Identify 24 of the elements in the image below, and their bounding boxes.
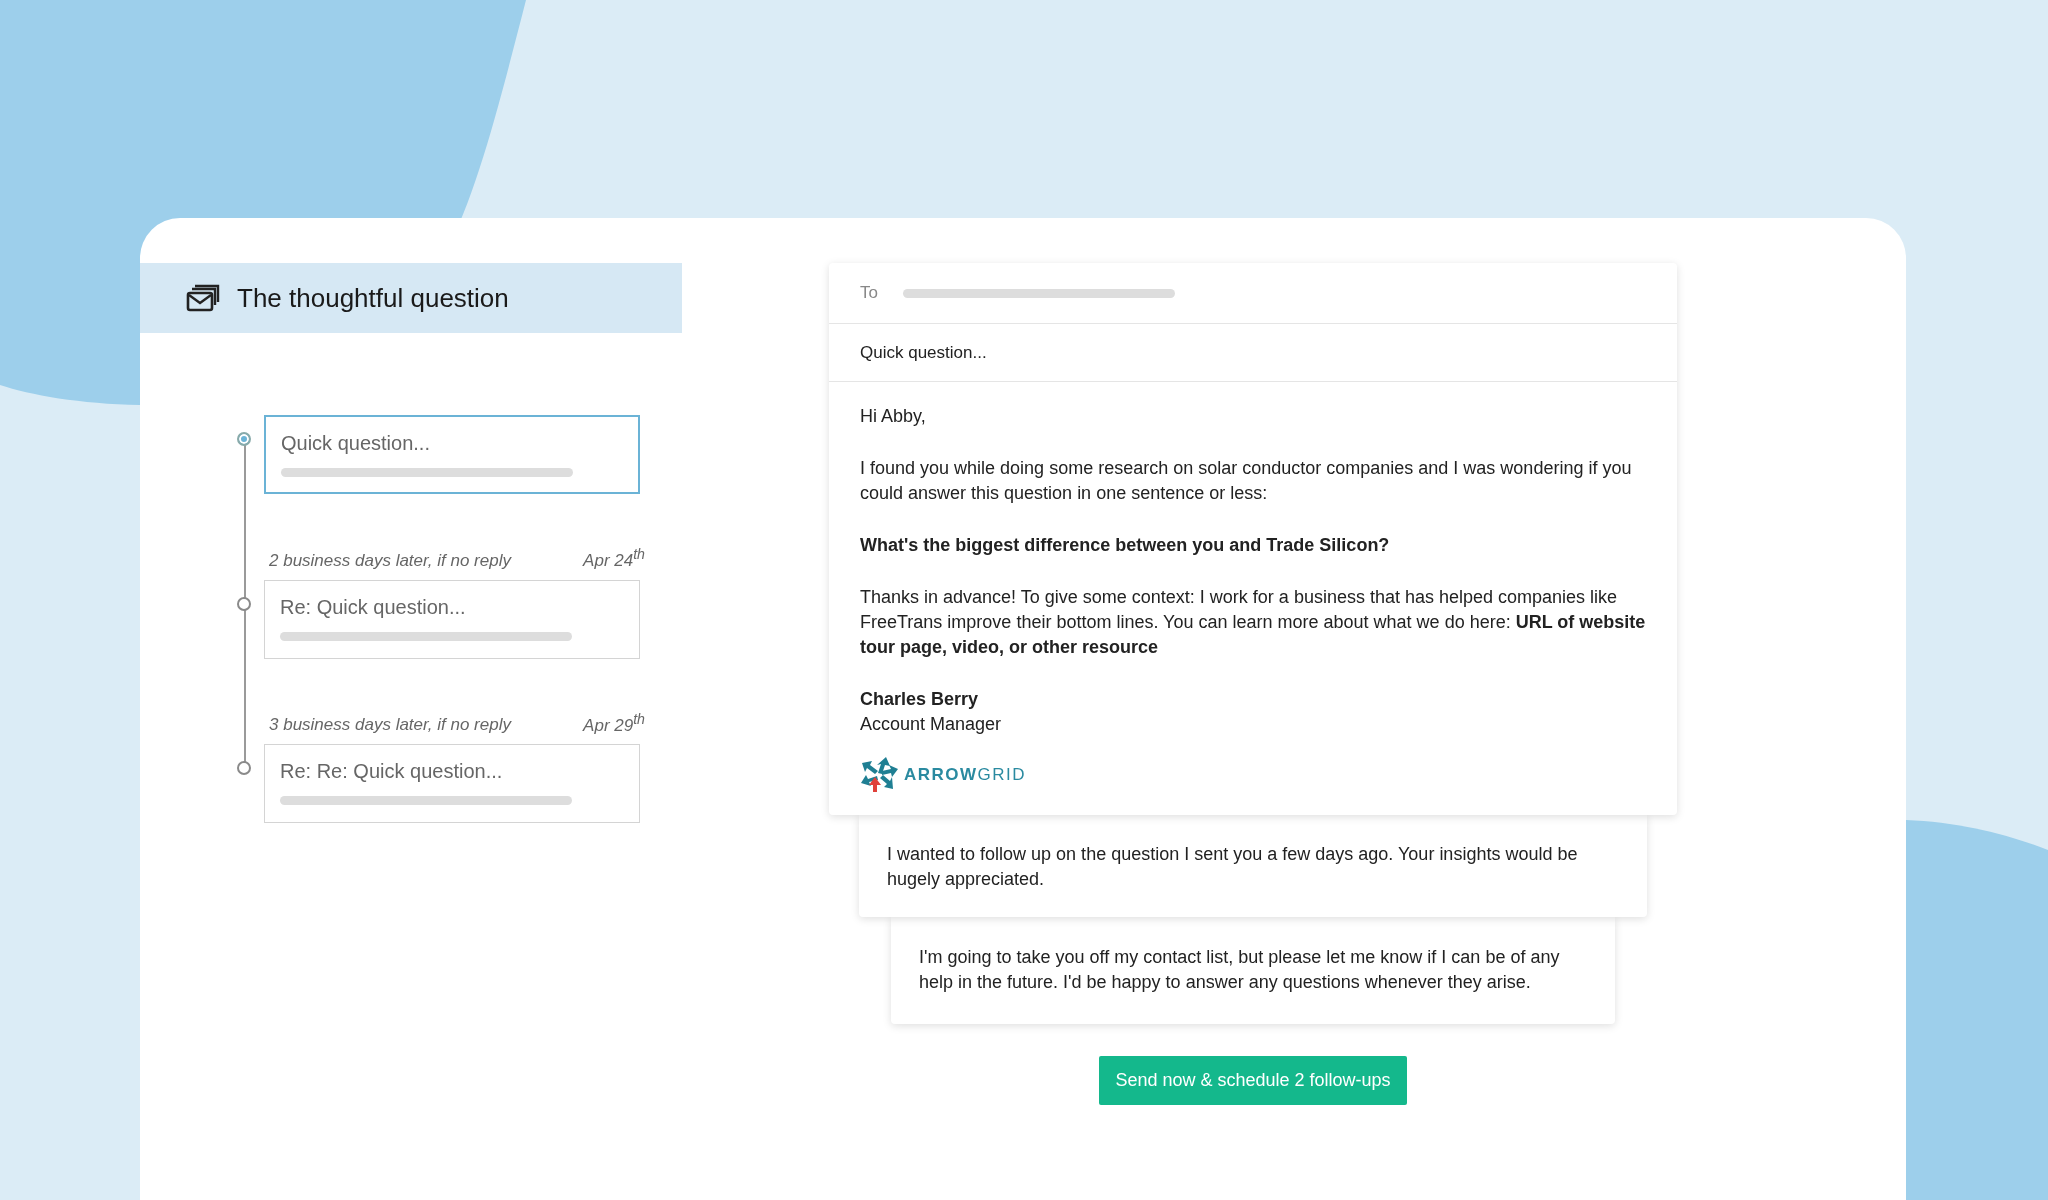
logo-wordmark: ARROWGRID [904,763,1027,786]
date-label: Apr 29$^{th}$ [583,710,645,736]
sequence-title: The thoughtful question [237,282,509,314]
email-step-card[interactable]: Re: Re: Quick question... [264,744,640,824]
email-step-card[interactable]: Re: Quick question... [264,579,640,659]
signature-title: Account Manager [860,713,1003,736]
step-subject: Re: Quick question... [280,595,467,619]
logo-icon [860,755,900,793]
email-paragraph: Thanks in advance! To give some context: I work for a business that has helped companies like FreeTrans improve their bottom lines. You can learn more about what we do here: URL of website tour page, video, or other resource [860,586,1646,659]
date-label: Apr 24$^{th}$ [583,546,645,571]
follow-up-text: I'm going to take you off my contact list, but please let me know if I can be of any help in the future. I'd be happy to answer any questions whenever they arise. [919,946,1561,994]
email-paragraph: I found you while doing some research on solar conductor companies and I was wondering if you could answer this question in one sentence or less: [860,457,1633,505]
delay-label: 2 business days later, if no reply [269,550,511,571]
email-step-card[interactable]: Quick question... [264,415,640,494]
to-label: To [860,283,878,303]
delay-label: 3 business days later, if no reply [269,715,511,736]
email-paragraph: Hi Abby, [860,405,927,428]
signature-name: Charles Berry [860,688,980,711]
envelopes-icon [186,284,220,312]
follow-up-text: I wanted to follow up on the question I sent you a few days ago. Your insights would be hugely appreciated. [887,843,1579,891]
step-subject: Quick question... [281,432,431,455]
email-paragraph: What's the biggest difference between you and Trade Silicon? [860,534,1391,557]
email-subject: Quick question... [860,342,987,363]
step-subject: Re: Re: Quick question... [280,760,504,784]
